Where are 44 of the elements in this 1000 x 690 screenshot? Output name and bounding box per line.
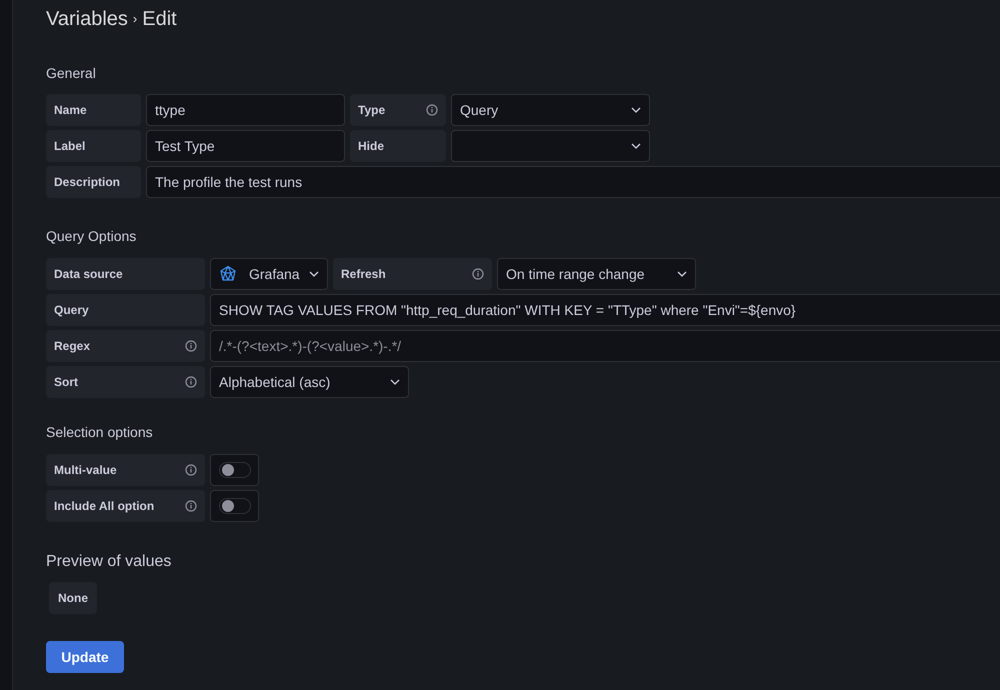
info-icon bbox=[185, 464, 197, 476]
field-label: Regex bbox=[46, 330, 205, 362]
info-icon bbox=[185, 500, 197, 512]
field-label: Name bbox=[46, 94, 141, 126]
polyhedron-icon bbox=[219, 265, 237, 283]
chevron-down-icon bbox=[390, 379, 400, 385]
breadcrumb-separator: › bbox=[132, 10, 138, 28]
info-icon bbox=[185, 376, 197, 388]
chevron-down-icon bbox=[677, 271, 687, 277]
name-input[interactable]: ttype bbox=[146, 94, 345, 126]
section-heading: Preview of values bbox=[46, 552, 172, 572]
chevron-down-icon bbox=[631, 107, 641, 113]
refresh-select[interactable]: On time range change bbox=[497, 258, 696, 290]
field-label: Hide bbox=[350, 130, 446, 162]
label-input[interactable]: Test Type bbox=[146, 130, 345, 162]
update-button[interactable]: Update bbox=[46, 641, 124, 673]
field-label: Data source bbox=[46, 258, 205, 290]
description-input[interactable]: The profile the test runs bbox=[146, 166, 1000, 198]
section-heading: Selection options bbox=[46, 423, 154, 442]
section-heading: General bbox=[46, 64, 97, 83]
regex-input[interactable]: /.*-(?<text>.*)-(?<value>.*)-.*/ bbox=[210, 330, 1000, 362]
field-label: Sort bbox=[46, 366, 205, 398]
data-source-select[interactable]: Grafana bbox=[210, 258, 328, 290]
field-label: Type bbox=[350, 94, 446, 126]
field-label: Description bbox=[46, 166, 141, 198]
field-label: Query bbox=[46, 294, 205, 326]
page-title: Edit bbox=[142, 7, 177, 32]
value-tag: None bbox=[49, 582, 97, 614]
sort-select[interactable]: Alphabetical (asc) bbox=[210, 366, 409, 398]
query-input[interactable]: SHOW TAG VALUES FROM "http_req_duration" WITH KEY = "TType" where "Envi"=${envo} bbox=[210, 294, 1000, 326]
chevron-down-icon bbox=[631, 143, 641, 149]
info-icon bbox=[472, 268, 484, 280]
field-label: Refresh bbox=[333, 258, 492, 290]
field-label: Include All option bbox=[46, 490, 205, 522]
toggle-switch[interactable] bbox=[218, 498, 250, 514]
section-heading: Query Options bbox=[46, 227, 138, 246]
field-label: Label bbox=[46, 130, 141, 162]
field-label: Multi-value bbox=[46, 454, 205, 486]
chevron-down-icon bbox=[309, 271, 319, 277]
info-icon bbox=[426, 104, 438, 116]
toggle-switch[interactable] bbox=[218, 462, 250, 478]
info-icon bbox=[185, 340, 197, 352]
breadcrumb-link[interactable]: Variables bbox=[46, 4, 128, 34]
type-select[interactable]: Query bbox=[451, 94, 650, 126]
